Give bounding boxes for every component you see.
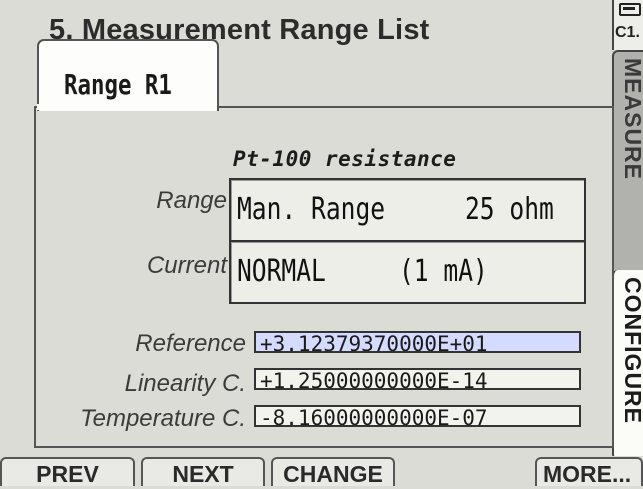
next-button[interactable]: NEXT — [141, 457, 265, 487]
tab-join — [37, 104, 215, 110]
temperature-field[interactable]: -8.16000000000E-07 — [254, 405, 581, 427]
linearity-label: Linearity C. — [124, 370, 246, 397]
change-button[interactable]: CHANGE — [271, 457, 395, 487]
reference-field[interactable]: +3.12379370000E+01 — [254, 331, 581, 353]
battery-icon — [619, 3, 641, 16]
current-mode: NORMAL — [237, 254, 326, 289]
tab-measure-label: MEASURE — [620, 58, 643, 181]
linearity-field[interactable]: +1.25000000000E-14 — [254, 368, 581, 390]
channel-indicator: C1. — [615, 24, 640, 41]
reference-label: Reference — [135, 330, 246, 357]
prev-button[interactable]: PREV — [0, 457, 135, 487]
current-value: (1 mA) — [399, 254, 488, 289]
tab-configure-label: CONFIGURE — [620, 277, 643, 424]
current-label: Current — [146, 252, 227, 279]
range-label: Range — [156, 187, 227, 214]
tab-range-label: Range R1 — [64, 68, 172, 101]
range-mode: Man. Range — [237, 192, 386, 227]
range-value: 25 ohm — [465, 192, 554, 227]
sensor-type: Pt-100 resistance — [233, 147, 457, 171]
more-button[interactable]: MORE... — [535, 457, 643, 487]
range-field[interactable]: Man. Range 25 ohm — [229, 178, 586, 242]
temperature-label: Temperature C. — [80, 405, 246, 432]
current-field[interactable]: NORMAL (1 mA) — [229, 240, 586, 304]
